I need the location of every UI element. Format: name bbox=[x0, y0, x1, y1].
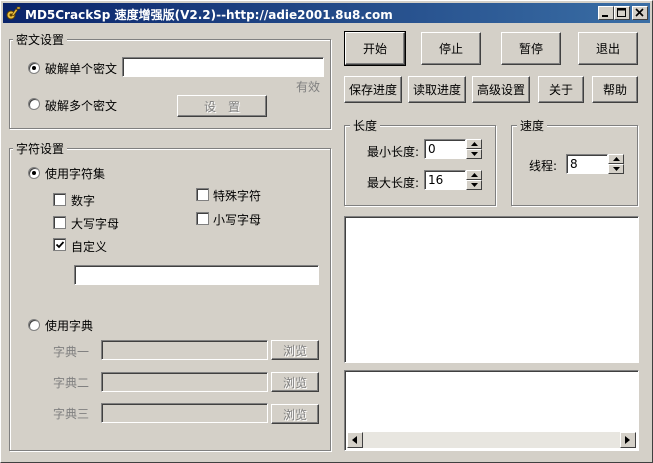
spin-up-icon bbox=[471, 173, 478, 177]
multi-cipher-radio[interactable] bbox=[28, 98, 40, 110]
single-cipher-input[interactable] bbox=[122, 57, 324, 77]
cipher-settings-button[interactable]: 设 置 bbox=[177, 95, 267, 117]
length-group bbox=[344, 125, 496, 206]
max-length-input[interactable] bbox=[424, 170, 466, 190]
save-progress-button[interactable]: 保存进度 bbox=[344, 76, 402, 103]
about-button[interactable]: 关于 bbox=[538, 76, 584, 103]
length-group-label: 长度 bbox=[350, 117, 381, 134]
spin-down-icon bbox=[471, 183, 478, 187]
dictionary-2-input[interactable] bbox=[101, 372, 268, 392]
stop-button[interactable]: 停止 bbox=[421, 32, 481, 65]
minimize-icon bbox=[602, 15, 608, 17]
dictionary-2-browse-button[interactable]: 浏览 bbox=[271, 372, 319, 392]
min-length-input[interactable] bbox=[424, 139, 466, 159]
app-key-icon bbox=[6, 6, 21, 20]
dictionary-3-input[interactable] bbox=[101, 403, 268, 423]
spin-up-icon bbox=[613, 157, 620, 161]
use-charset-radio[interactable] bbox=[28, 167, 40, 179]
cipher-settings-group bbox=[9, 39, 331, 129]
single-cipher-radio[interactable] bbox=[28, 62, 40, 74]
log-horizontal-scrollbar[interactable] bbox=[347, 432, 636, 448]
multi-cipher-label: 破解多个密文 bbox=[45, 99, 118, 113]
min-length-label: 最小长度: bbox=[367, 145, 420, 159]
minimize-button[interactable] bbox=[598, 6, 614, 20]
use-dictionary-radio[interactable] bbox=[28, 319, 40, 331]
use-charset-label: 使用字符集 bbox=[45, 167, 106, 181]
arrow-left-icon bbox=[352, 436, 357, 444]
read-progress-button[interactable]: 读取进度 bbox=[408, 76, 466, 103]
dictionary-1-input[interactable] bbox=[101, 340, 268, 360]
maximize-icon bbox=[617, 8, 626, 17]
spin-down-icon bbox=[471, 152, 478, 156]
title-bar[interactable]: MD5CrackSp 速度增强版(V2.2)--http://adie2001.… bbox=[3, 3, 650, 23]
uppercase-checkbox[interactable] bbox=[53, 216, 66, 229]
window-title: MD5CrackSp 速度增强版(V2.2)--http://adie2001.… bbox=[25, 8, 393, 22]
digits-label: 数字 bbox=[71, 194, 96, 208]
arrow-right-icon bbox=[625, 436, 630, 444]
max-length-spinner[interactable] bbox=[466, 170, 482, 190]
dictionary-2-label: 字典二 bbox=[53, 376, 90, 390]
maximize-button[interactable] bbox=[614, 6, 630, 20]
exit-button[interactable]: 退出 bbox=[578, 32, 638, 65]
max-length-label: 最大长度: bbox=[367, 176, 420, 190]
custom-label: 自定义 bbox=[71, 240, 108, 254]
uppercase-label: 大写字母 bbox=[71, 217, 120, 231]
use-dictionary-label: 使用字典 bbox=[45, 319, 94, 333]
pause-button[interactable]: 暂停 bbox=[501, 32, 561, 65]
scroll-right-button[interactable] bbox=[620, 432, 636, 448]
dictionary-3-label: 字典三 bbox=[53, 407, 90, 421]
min-length-spinner[interactable] bbox=[466, 139, 482, 159]
dictionary-1-label: 字典一 bbox=[53, 345, 90, 359]
threads-label: 线程: bbox=[529, 159, 558, 173]
special-chars-checkbox[interactable] bbox=[196, 188, 209, 201]
close-icon bbox=[635, 8, 644, 17]
result-output-panel[interactable] bbox=[344, 216, 639, 363]
scroll-left-button[interactable] bbox=[347, 432, 363, 448]
log-output-panel[interactable] bbox=[344, 370, 639, 451]
charset-group-label: 字符设置 bbox=[13, 140, 68, 157]
close-button[interactable] bbox=[632, 6, 648, 20]
valid-indicator: 有效 bbox=[296, 80, 321, 94]
threads-spinner[interactable] bbox=[608, 154, 624, 174]
main-window: MD5CrackSp 速度增强版(V2.2)--http://adie2001.… bbox=[0, 0, 653, 463]
lowercase-checkbox[interactable] bbox=[196, 212, 209, 225]
help-button[interactable]: 帮助 bbox=[592, 76, 638, 103]
spin-up-icon bbox=[471, 142, 478, 146]
dictionary-1-browse-button[interactable]: 浏览 bbox=[271, 340, 319, 360]
spin-down-icon bbox=[613, 167, 620, 171]
custom-checkbox[interactable] bbox=[53, 238, 66, 251]
custom-charset-input[interactable] bbox=[74, 265, 319, 285]
digits-checkbox[interactable] bbox=[53, 193, 66, 206]
checkmark-icon bbox=[55, 241, 65, 249]
single-cipher-label: 破解单个密文 bbox=[45, 62, 118, 76]
advanced-settings-button[interactable]: 高级设置 bbox=[472, 76, 530, 103]
lowercase-label: 小写字母 bbox=[213, 213, 262, 227]
cipher-group-label: 密文设置 bbox=[13, 31, 68, 48]
dictionary-3-browse-button[interactable]: 浏览 bbox=[271, 404, 319, 424]
threads-input[interactable] bbox=[566, 154, 608, 174]
start-button[interactable]: 开始 bbox=[344, 31, 406, 66]
speed-group-label: 速度 bbox=[517, 117, 548, 134]
special-chars-label: 特殊字符 bbox=[213, 189, 262, 203]
